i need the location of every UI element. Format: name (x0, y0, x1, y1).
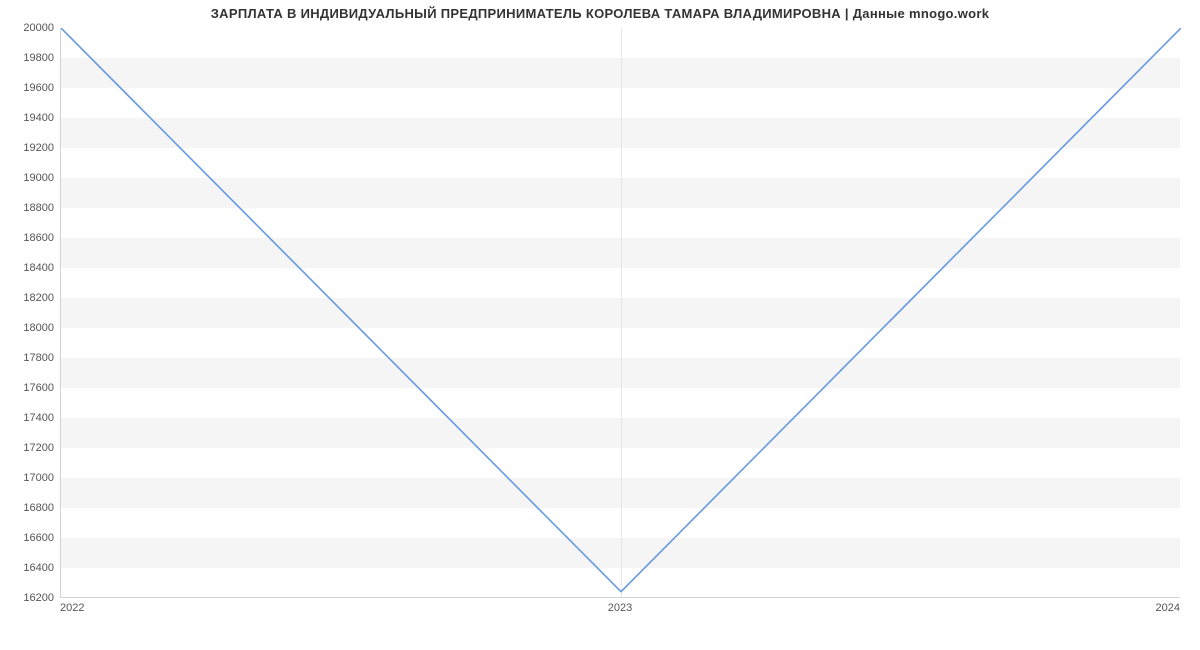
y-tick-label: 19000 (4, 172, 54, 184)
chart-container: ЗАРПЛАТА В ИНДИВИДУАЛЬНЫЙ ПРЕДПРИНИМАТЕЛ… (0, 0, 1200, 650)
y-tick-label: 17800 (4, 352, 54, 364)
y-tick-label: 18800 (4, 202, 54, 214)
plot-area (60, 28, 1180, 598)
chart-title: ЗАРПЛАТА В ИНДИВИДУАЛЬНЫЙ ПРЕДПРИНИМАТЕЛ… (0, 6, 1200, 21)
y-tick-label: 16400 (4, 562, 54, 574)
y-tick-label: 17000 (4, 472, 54, 484)
y-tick-label: 16200 (4, 592, 54, 604)
x-tick-label: 2024 (1156, 602, 1180, 614)
y-tick-label: 18600 (4, 232, 54, 244)
series-line (61, 28, 1181, 592)
y-tick-label: 16600 (4, 532, 54, 544)
y-tick-label: 17200 (4, 442, 54, 454)
y-tick-label: 18200 (4, 292, 54, 304)
y-tick-label: 17400 (4, 412, 54, 424)
y-tick-label: 19600 (4, 82, 54, 94)
line-series (61, 28, 1181, 598)
y-tick-label: 19800 (4, 52, 54, 64)
y-tick-label: 18000 (4, 322, 54, 334)
x-tick-label: 2022 (60, 602, 84, 614)
y-tick-label: 16800 (4, 502, 54, 514)
x-tick-label: 2023 (608, 602, 632, 614)
y-tick-label: 19400 (4, 112, 54, 124)
y-tick-label: 20000 (4, 22, 54, 34)
y-tick-label: 17600 (4, 382, 54, 394)
y-tick-label: 19200 (4, 142, 54, 154)
y-tick-label: 18400 (4, 262, 54, 274)
